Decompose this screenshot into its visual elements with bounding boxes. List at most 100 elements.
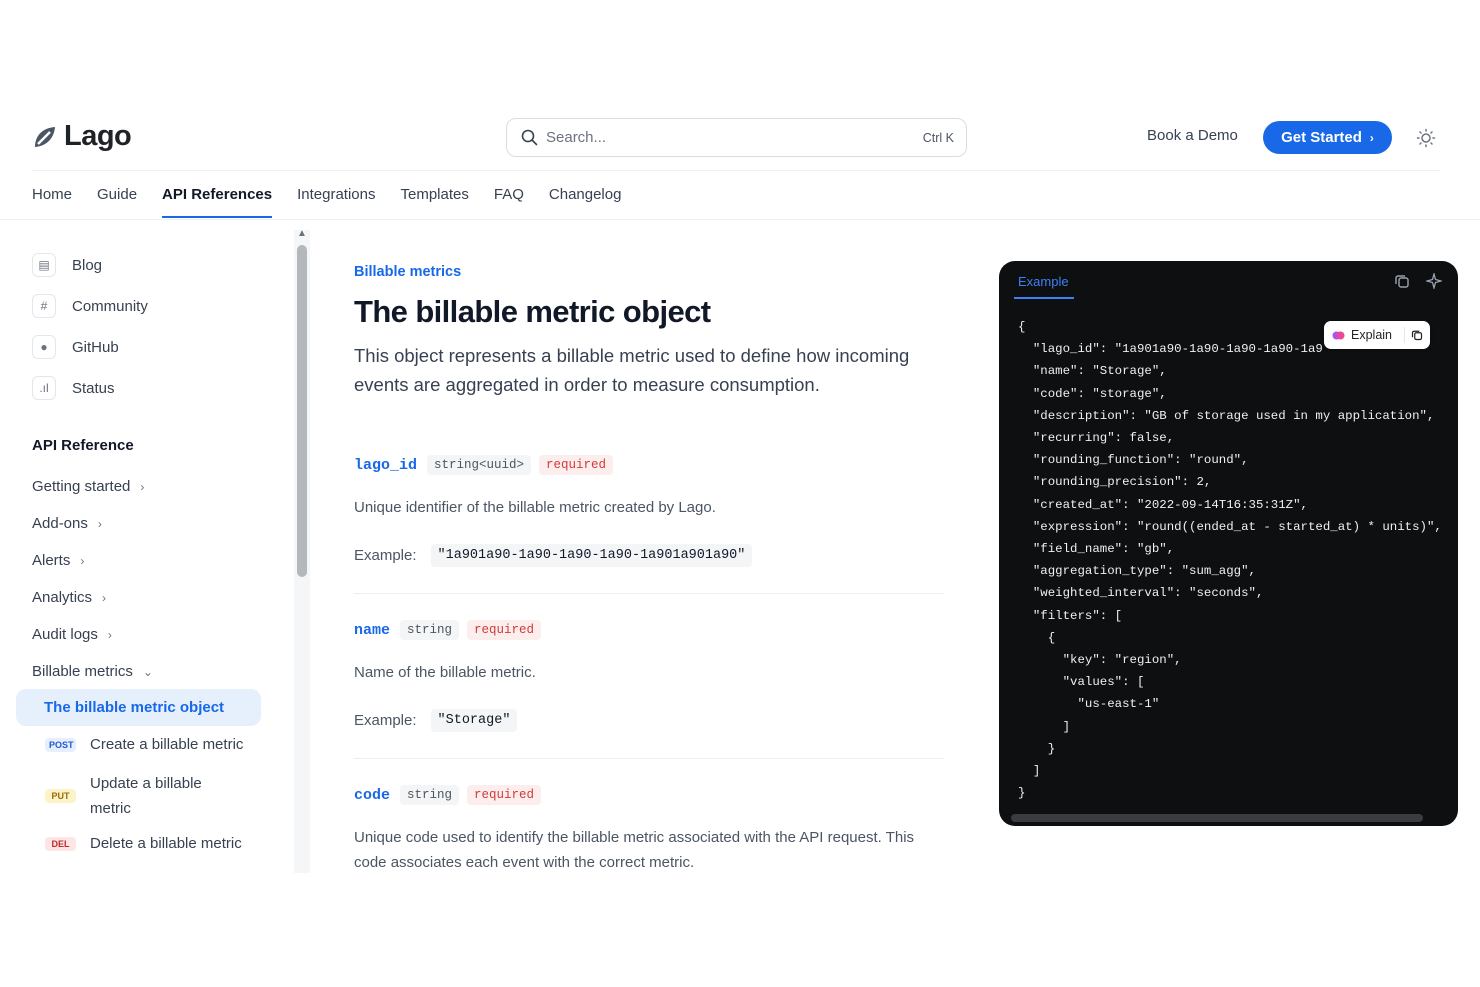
nav-home[interactable]: Home <box>32 186 72 203</box>
github-icon: ● <box>32 335 56 359</box>
page-title: The billable metric object <box>354 294 711 329</box>
sparkle-icon[interactable] <box>1426 273 1442 289</box>
sidebar-item-label: Update a billable metric <box>90 775 202 817</box>
field-type: string <box>400 620 460 640</box>
chevron-right-icon: › <box>102 590 107 605</box>
chevron-right-icon: › <box>107 627 112 642</box>
get-started-label: Get Started <box>1281 129 1362 146</box>
example-label: Example: <box>354 547 417 564</box>
brain-icon <box>1332 331 1345 339</box>
page-description: This object represents a billable metric… <box>354 345 910 395</box>
slack-icon: # <box>32 294 56 318</box>
field-example: Example: "Storage" <box>354 709 518 732</box>
sidebar-group-billable-metrics[interactable]: Billable metrics ⌄ <box>32 663 153 680</box>
field-header-lago-id: lago_id string<uuid> required <box>354 455 614 475</box>
sidebar-item-delete-billable-metric[interactable]: DEL Delete a billable metric <box>45 835 242 852</box>
example-label: Example: <box>354 712 417 729</box>
nav-divider <box>0 219 1480 220</box>
required-badge: required <box>467 620 542 640</box>
field-divider <box>354 593 944 594</box>
field-header-name: name string required <box>354 620 542 640</box>
field-type: string<uuid> <box>427 455 532 475</box>
field-name: name <box>354 621 391 639</box>
sidebar-group-add-ons[interactable]: Add-ons › <box>32 515 102 532</box>
required-badge: required <box>467 785 542 805</box>
nav-templates[interactable]: Templates <box>401 186 469 203</box>
nav-guide[interactable]: Guide <box>97 186 137 203</box>
method-badge-del: DEL <box>45 836 76 851</box>
sidebar-group-label: Billable metrics <box>32 663 133 680</box>
required-badge: required <box>539 455 614 475</box>
breadcrumb[interactable]: Billable metrics <box>354 264 461 280</box>
search-placeholder: Search... <box>546 129 607 146</box>
field-type: string <box>400 785 460 805</box>
code-horizontal-scrollbar[interactable] <box>1011 814 1423 822</box>
lago-logo-icon <box>35 126 55 147</box>
sidebar-section-title: API Reference <box>32 437 134 454</box>
sidebar-group-label: Add-ons <box>32 515 88 532</box>
sidebar-item-billable-metric-object[interactable]: The billable metric object <box>16 689 261 726</box>
sidebar-group-getting-started[interactable]: Getting started › <box>32 478 144 495</box>
chevron-down-icon: ⌄ <box>142 664 153 679</box>
signal-bars-icon: .ıl <box>32 376 56 400</box>
sidebar-item-create-billable-metric[interactable]: POST Create a billable metric <box>45 736 243 753</box>
field-example: Example: "1a901a90-1a90-1a90-1a90-1a901a… <box>354 544 753 567</box>
sidebar-item-label: Create a billable metric <box>90 736 244 753</box>
copy-icon[interactable] <box>1411 329 1423 341</box>
search-bar[interactable]: Search... Ctrl K <box>506 118 967 157</box>
book-demo-link[interactable]: Book a Demo <box>1147 127 1238 144</box>
nav-faq[interactable]: FAQ <box>494 186 524 203</box>
tab-example-underline <box>1014 297 1074 299</box>
method-badge-post: POST <box>45 737 76 752</box>
sidebar-link-github[interactable]: ● GitHub <box>32 335 119 359</box>
sidebar-group-label: Getting started <box>32 478 131 495</box>
code-actions <box>1394 273 1442 289</box>
sidebar-link-label: Status <box>72 379 115 397</box>
explain-label: Explain <box>1351 328 1392 342</box>
example-value: "Storage" <box>430 709 518 732</box>
sidebar-group-audit-logs[interactable]: Audit logs › <box>32 626 112 643</box>
field-description: Unique code used to identify the billabl… <box>354 829 915 871</box>
sidebar-scrollbar-thumb[interactable] <box>297 245 307 577</box>
sidebar-link-status[interactable]: .ıl Status <box>32 376 115 400</box>
sidebar-group-alerts[interactable]: Alerts › <box>32 552 84 569</box>
sidebar-link-label: GitHub <box>72 338 119 356</box>
nav-api-references[interactable]: API References <box>162 186 273 218</box>
sidebar-item-label: Delete a billable metric <box>90 835 242 852</box>
sidebar-link-community[interactable]: # Community <box>32 294 148 318</box>
explain-popover[interactable]: Explain <box>1324 321 1430 349</box>
nav-changelog[interactable]: Changelog <box>549 186 622 203</box>
example-value: "1a901a90-1a90-1a90-1a90-1a901a901a90" <box>430 544 753 567</box>
field-name: lago_id <box>354 456 418 474</box>
logo-text: Lago <box>64 120 132 152</box>
method-badge-put: PUT <box>45 789 76 803</box>
sidebar-link-label: Community <box>72 297 148 315</box>
chevron-right-icon: › <box>140 479 145 494</box>
nav-integrations[interactable]: Integrations <box>297 186 375 203</box>
sidebar-link-blog[interactable]: ▤ Blog <box>32 253 102 277</box>
sidebar-group-label: Analytics <box>32 589 93 606</box>
newspaper-icon: ▤ <box>32 253 56 277</box>
field-name: code <box>354 786 391 804</box>
sidebar-group-analytics[interactable]: Analytics › <box>32 589 106 606</box>
sun-icon[interactable] <box>1416 128 1436 148</box>
tab-example[interactable]: Example <box>1018 274 1069 289</box>
search-shortcut: Ctrl K <box>922 130 954 145</box>
chevron-right-icon: › <box>80 553 85 568</box>
sidebar-group-label: Alerts <box>32 552 71 569</box>
scroll-up-arrow-icon[interactable]: ▲ <box>295 229 309 239</box>
sidebar-group-label: Audit logs <box>32 626 98 643</box>
field-description: Name of the billable metric. <box>354 664 536 681</box>
logo[interactable]: Lago <box>32 120 132 153</box>
top-nav: Home Guide API References Integrations T… <box>32 186 622 218</box>
copy-icon[interactable] <box>1394 273 1410 289</box>
get-started-button[interactable]: Get Started › <box>1263 121 1392 154</box>
chevron-right-icon: › <box>1369 130 1374 145</box>
code-block: { "lago_id": "1a901a90-1a90-1a90-1a90-1a… <box>1018 320 1442 801</box>
field-description: Unique identifier of the billable metric… <box>354 499 716 516</box>
explain-divider <box>1404 327 1405 343</box>
chevron-right-icon: › <box>97 516 102 531</box>
field-header-code: code string required <box>354 785 542 805</box>
sidebar-item-update-billable-metric[interactable]: PUT Update a billable metric <box>45 771 220 821</box>
field-divider <box>354 758 944 759</box>
